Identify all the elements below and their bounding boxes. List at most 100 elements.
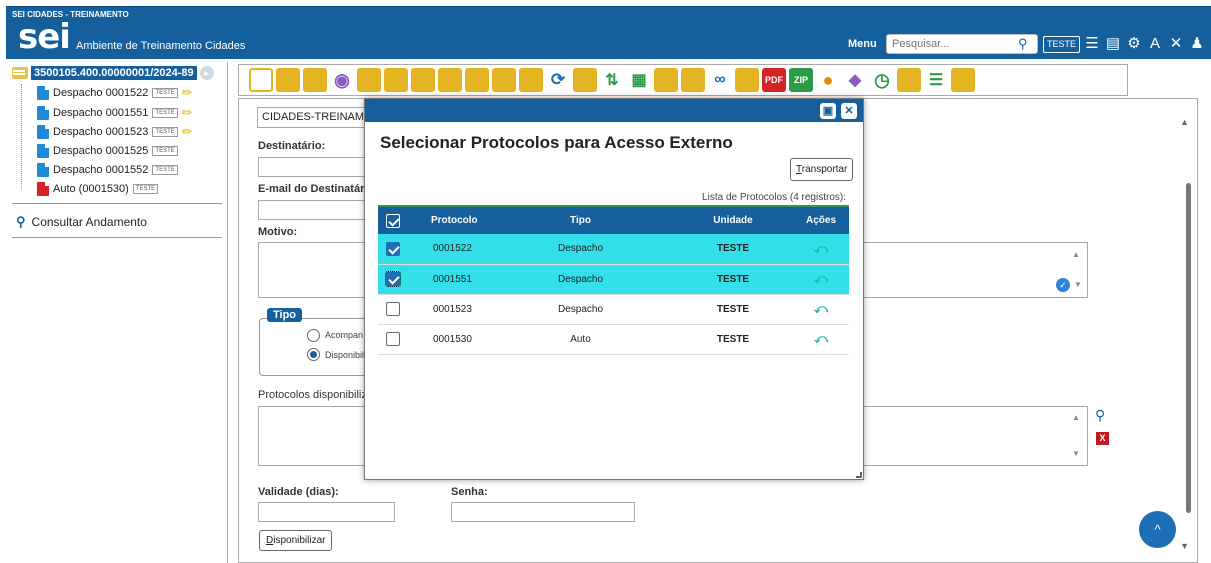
select-arrow-icon[interactable]: ⤺ (814, 241, 828, 256)
scroll-up-icon[interactable]: ▲ (1072, 413, 1080, 422)
scroll-down-icon[interactable]: ▼ (1180, 541, 1189, 551)
tree-document[interactable]: Despacho 0001552 TESTE (37, 163, 178, 177)
table-row[interactable]: 0001522 Despacho TESTE ⤺ (378, 234, 849, 265)
briefcase-add-icon[interactable] (573, 68, 597, 92)
sei-logo[interactable]: sei (18, 20, 71, 54)
row-checkbox[interactable] (386, 332, 400, 346)
scroll-down-icon[interactable]: ▼ (1072, 449, 1080, 458)
folder-edit-icon[interactable] (438, 68, 462, 92)
list-icon[interactable]: ☰ (924, 68, 948, 92)
row-checkbox[interactable] (386, 241, 400, 256)
list-icon[interactable]: ☰ (1084, 34, 1100, 54)
document-label[interactable]: Auto (0001530) (53, 183, 129, 195)
unit-selector[interactable]: TESTE (1043, 36, 1081, 53)
tree-document[interactable]: Despacho 0001525 TESTE (37, 144, 178, 158)
document-label[interactable]: Despacho 0001525 (53, 145, 148, 157)
menu-button[interactable]: Menu (848, 38, 877, 50)
acoes-cell: ⤺ (793, 234, 849, 265)
user-icon[interactable]: ♟ (1189, 34, 1205, 54)
tools-icon[interactable]: ✕ (1168, 34, 1184, 54)
clock-icon[interactable]: ◷ (870, 68, 894, 92)
unit-badge: TESTE (152, 165, 178, 175)
disponibilizacao-radio[interactable] (307, 348, 320, 361)
email-icon[interactable] (519, 68, 543, 92)
folder-send-icon[interactable] (384, 68, 408, 92)
folder-delete-icon[interactable] (735, 68, 759, 92)
folder-info-icon[interactable] (411, 68, 435, 92)
folder-icon[interactable] (492, 68, 516, 92)
zip-icon[interactable]: ZIP (789, 68, 813, 92)
sync-icon[interactable]: ⟳ (546, 68, 570, 92)
expand-icon[interactable]: ▸ (199, 66, 214, 80)
scroll-top-button[interactable]: ^ (1139, 511, 1176, 548)
tipo-cell: Despacho (488, 234, 673, 265)
tag-icon[interactable]: ◆ (843, 68, 867, 92)
document-label[interactable]: Despacho 0001552 (53, 164, 148, 176)
eye-icon[interactable]: ◉ (330, 68, 354, 92)
modal-header: ▣ ✕ (365, 99, 863, 122)
scroll-up-icon[interactable]: ▲ (1072, 250, 1080, 259)
process-root[interactable]: 3500105.400.00000001/2024-89 ▸ (12, 66, 214, 80)
consultar-andamento-link[interactable]: ⚲ Consultar Andamento (16, 214, 147, 230)
folder-star-icon[interactable] (465, 68, 489, 92)
scrollbar[interactable] (1186, 183, 1191, 513)
pdf-icon[interactable]: PDF (762, 68, 786, 92)
disponibilizar-button[interactable]: Disponibilizar (259, 530, 333, 551)
scroll-up-icon[interactable]: ▲ (1180, 117, 1189, 127)
remove-icon[interactable]: X (1096, 432, 1109, 445)
search-input[interactable] (886, 34, 1038, 54)
document-label[interactable]: Despacho 0001522 (53, 87, 148, 99)
select-all-header[interactable] (378, 207, 408, 234)
check-circle-icon: ✓ (1056, 278, 1070, 292)
select-arrow-icon[interactable]: ⤺ (814, 271, 828, 286)
clipboard-icon[interactable] (897, 68, 921, 92)
folder-share-icon[interactable] (303, 68, 327, 92)
up-down-icon[interactable]: ⇅ (600, 68, 624, 92)
search-icon[interactable]: ⚲ (1018, 36, 1034, 52)
document-icon (37, 106, 49, 120)
resize-handle[interactable] (856, 472, 862, 478)
calendar-icon[interactable]: ▤ (1105, 34, 1121, 54)
close-icon[interactable]: ✕ (841, 103, 857, 119)
row-select-cell (378, 324, 408, 355)
tree-document[interactable]: Despacho 0001523 TESTE ✏ (37, 124, 193, 140)
validade-field[interactable] (258, 502, 395, 522)
chevron-down-icon[interactable]: ▼ (1074, 280, 1082, 289)
folder-search-icon[interactable] (951, 68, 975, 92)
row-checkbox[interactable] (385, 271, 401, 287)
thumb-icon[interactable] (357, 68, 381, 92)
new-document-icon[interactable] (249, 68, 273, 92)
environment-label: Ambiente de Treinamento Cidades (76, 40, 246, 52)
document-label[interactable]: Despacho 0001523 (53, 126, 148, 138)
font-size-icon[interactable]: A (1147, 34, 1163, 54)
select-all-checkbox[interactable] (386, 213, 400, 228)
consultar-andamento-label[interactable]: Consultar Andamento (32, 215, 147, 229)
unidade-cell: TESTE (673, 264, 793, 295)
transportar-button[interactable]: Transportar (790, 158, 854, 181)
document-label[interactable]: Despacho 0001551 (53, 107, 148, 119)
pdf-icon (37, 182, 49, 196)
protocolo-cell: 0001530 (408, 324, 488, 355)
link-icon[interactable]: ∞ (708, 68, 732, 92)
process-number[interactable]: 3500105.400.00000001/2024-89 (31, 66, 197, 80)
tree-document[interactable]: Auto (0001530) TESTE (37, 182, 159, 196)
building-icon[interactable]: ▦ (627, 68, 651, 92)
acompanhamento-radio[interactable] (307, 329, 320, 342)
senha-field[interactable] (451, 502, 635, 522)
document-icon[interactable] (654, 68, 678, 92)
select-arrow-icon[interactable]: ⤺ (814, 331, 828, 346)
table-row[interactable]: 0001551 Despacho TESTE ⤺ (378, 264, 849, 295)
table-row[interactable]: 0001530 Auto TESTE ⤺ (378, 324, 849, 355)
table-row[interactable]: 0001523 Despacho TESTE ⤺ (378, 294, 849, 325)
tree-document[interactable]: Despacho 0001551 TESTE ✏ (37, 105, 193, 121)
search-icon[interactable]: ⚲ (1095, 407, 1105, 424)
maximize-icon[interactable]: ▣ (820, 103, 836, 119)
gear-icon[interactable]: ⚙ (1126, 34, 1142, 54)
tree-document[interactable]: Despacho 0001522 TESTE ✏ (37, 85, 193, 101)
folder-pause-icon[interactable] (681, 68, 705, 92)
select-arrow-icon[interactable]: ⤺ (814, 301, 828, 316)
folder-refresh-icon[interactable] (276, 68, 300, 92)
process-tree: 3500105.400.00000001/2024-89 ▸ Despacho … (6, 62, 228, 563)
comment-icon[interactable]: ● (816, 68, 840, 92)
row-checkbox[interactable] (386, 302, 400, 316)
